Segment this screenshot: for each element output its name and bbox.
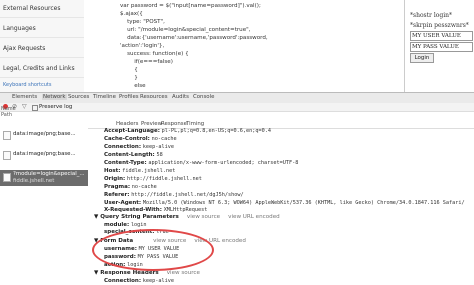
request-row[interactable]: data:image/png;base... — [0, 151, 88, 165]
password-label: *skrpin pesszwnrs* — [410, 22, 469, 29]
request-row[interactable]: data:image/png;base... — [0, 131, 88, 145]
header-row: Accept-Language: pl-PL,pl;q=0.8,en-US;q=… — [104, 128, 271, 134]
tab-network[interactable]: Network — [42, 94, 67, 100]
header-row: Pragma: no-cache — [104, 184, 157, 190]
code-line: } — [120, 75, 138, 81]
tab-console[interactable]: Console — [193, 94, 214, 100]
response-row: Connection: keep-alive — [104, 278, 175, 284]
header-row: Host: fiddle.jshell.net — [104, 168, 176, 174]
request-row-selected[interactable]: ?module=login&special_... fiddle.jshell.… — [0, 170, 88, 186]
login-button[interactable]: Login — [410, 53, 434, 63]
nav-item-legal[interactable]: Legal, Credits and Links — [0, 60, 84, 78]
file-icon — [3, 131, 11, 140]
code-line: url: "/module=login&special_content=true… — [120, 27, 251, 33]
tab-resources[interactable]: Resources — [140, 94, 168, 100]
code-line: success: function(e) { — [120, 51, 189, 57]
tab-profiles[interactable]: Profiles — [119, 94, 139, 100]
header-row: X-Requested-With: XMLHttpRequest — [104, 207, 208, 213]
code-line: { — [120, 67, 138, 73]
file-icon — [3, 173, 11, 182]
code-line: $.ajax({ — [120, 11, 143, 17]
query-row: module: login — [104, 222, 147, 228]
file-icon — [3, 151, 11, 160]
tab-sources[interactable]: Sources — [68, 94, 89, 100]
tab-timing[interactable]: Timing — [186, 121, 204, 127]
header-row: Referer: http://fiddle.jshell.net/dgJ5h/… — [104, 192, 244, 198]
tab-elements[interactable]: Elements — [12, 94, 37, 100]
request-list: Name Path data:image/png;base... data:im… — [0, 106, 89, 285]
annotation-oval — [92, 229, 214, 271]
password-input[interactable]: MY PASS VALUE — [410, 42, 473, 52]
code-line: type: "POST", — [120, 19, 165, 25]
header-row: Content-Length: 58 — [104, 152, 163, 158]
nav-item-languages[interactable]: Languages — [0, 20, 84, 38]
tab-timeline[interactable]: Timeline — [93, 94, 116, 100]
sidebar-nav: External Resources Languages Ajax Reques… — [0, 0, 85, 92]
username-label: *shostr login* — [410, 12, 452, 19]
code-line: if(e===false) — [120, 59, 173, 65]
header-row: Cache-Control: no-cache — [104, 136, 177, 142]
tab-headers[interactable]: Headers — [116, 121, 138, 127]
tab-response[interactable]: Response — [161, 121, 187, 127]
code-line: var password = $("input[name=password]")… — [120, 3, 261, 9]
tab-audits[interactable]: Audits — [172, 94, 189, 100]
view-source-link[interactable]: view source — [187, 214, 220, 220]
nav-item-external-resources[interactable]: External Resources — [0, 0, 84, 18]
header-row: User-Agent: Mozilla/5.0 (Windows NT 6.3;… — [104, 200, 465, 206]
header-row: Origin: http://fiddle.jshell.net — [104, 176, 202, 182]
keyboard-shortcuts-link[interactable]: Keyboard shortcuts — [3, 82, 51, 88]
view-url-encoded-link[interactable]: view URL encoded — [228, 214, 280, 220]
view-source-link[interactable]: view source — [167, 270, 200, 276]
query-params-section[interactable]: ▼ Query String Parameters view source view… — [94, 214, 280, 220]
code-line: data:{'username':username,'password':pas… — [120, 35, 268, 41]
request-list-header: Name Path — [1, 106, 16, 118]
nav-item-ajax-requests[interactable]: Ajax Requests — [0, 40, 84, 58]
code-line: else — [120, 83, 146, 89]
header-row: Connection: keep-alive — [104, 144, 175, 150]
tab-preview[interactable]: Preview — [141, 121, 162, 127]
username-input[interactable]: MY USER VALUE — [410, 31, 473, 41]
code-line: 'action':'login'}, — [120, 43, 165, 49]
header-row: Content-Type: application/x-www-form-url… — [104, 160, 299, 166]
